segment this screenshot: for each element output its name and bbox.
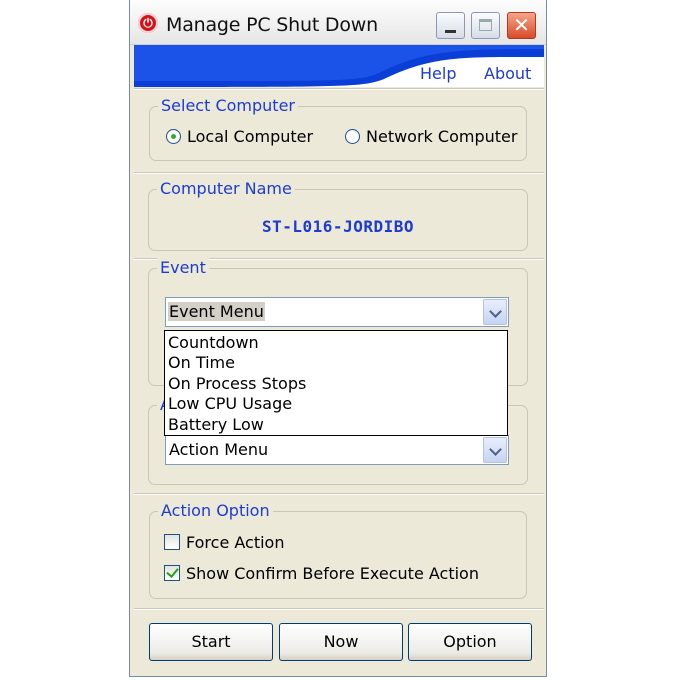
- window-title: Manage PC Shut Down: [166, 14, 378, 36]
- close-icon: ✕: [513, 13, 530, 37]
- event-select[interactable]: Event Menu: [165, 297, 509, 327]
- action-select-value: Action Menu: [169, 440, 269, 459]
- select-computer-label: Select Computer: [158, 96, 298, 116]
- action-select[interactable]: Action Menu: [165, 435, 509, 465]
- now-button[interactable]: Now: [279, 623, 403, 661]
- minimize-icon: [445, 30, 456, 33]
- event-option-countdown[interactable]: Countdown: [168, 333, 259, 352]
- about-link[interactable]: About: [484, 64, 531, 83]
- minimize-button[interactable]: [436, 12, 465, 39]
- title-bar[interactable]: ⏻ Manage PC Shut Down ✕: [130, 0, 546, 45]
- start-button[interactable]: Start: [149, 623, 273, 661]
- network-computer-radio[interactable]: [345, 129, 360, 144]
- event-dropdown-list[interactable]: Countdown On Time On Process Stops Low C…: [164, 330, 508, 436]
- chevron-down-icon: [489, 305, 502, 318]
- radio-selected-dot: [171, 134, 176, 139]
- action-option-label: Action Option: [158, 501, 273, 521]
- computer-name-value: ST-L016-JORDIBO: [262, 217, 414, 236]
- checkmark-icon: [166, 565, 179, 578]
- select-computer-group: Select Computer Local Computer Network C…: [149, 96, 527, 161]
- event-option-on-process-stops[interactable]: On Process Stops: [168, 374, 306, 393]
- action-option-group: Action Option Force Action Show Confirm …: [149, 501, 527, 599]
- maximize-icon: [479, 19, 492, 31]
- event-select-value: Event Menu: [168, 302, 265, 321]
- divider: [134, 172, 544, 174]
- divider: [134, 88, 544, 90]
- event-label: Event: [157, 258, 209, 278]
- close-button[interactable]: ✕: [507, 12, 536, 39]
- chevron-down-icon: [489, 443, 502, 456]
- local-computer-radio[interactable]: [166, 129, 181, 144]
- divider: [134, 608, 544, 610]
- power-icon: ⏻: [138, 13, 158, 33]
- force-action-checkbox[interactable]: [164, 534, 180, 550]
- action-dropdown-button[interactable]: [483, 437, 507, 463]
- event-option-low-cpu-usage[interactable]: Low CPU Usage: [168, 394, 292, 413]
- confirm-checkbox[interactable]: [164, 565, 180, 581]
- network-computer-label[interactable]: Network Computer: [366, 127, 517, 146]
- force-action-label[interactable]: Force Action: [186, 533, 284, 552]
- confirm-label[interactable]: Show Confirm Before Execute Action: [186, 564, 479, 583]
- computer-name-label: Computer Name: [157, 179, 295, 199]
- local-computer-label[interactable]: Local Computer: [187, 127, 313, 146]
- computer-name-group: Computer Name ST-L016-JORDIBO: [148, 179, 528, 251]
- event-dropdown-button[interactable]: [483, 299, 507, 325]
- event-option-on-time[interactable]: On Time: [168, 353, 235, 372]
- divider: [134, 493, 544, 495]
- maximize-button[interactable]: [471, 12, 500, 39]
- option-button[interactable]: Option: [408, 623, 532, 661]
- help-link[interactable]: Help: [420, 64, 456, 83]
- header-banner: [134, 45, 544, 87]
- event-option-battery-low[interactable]: Battery Low: [168, 415, 264, 434]
